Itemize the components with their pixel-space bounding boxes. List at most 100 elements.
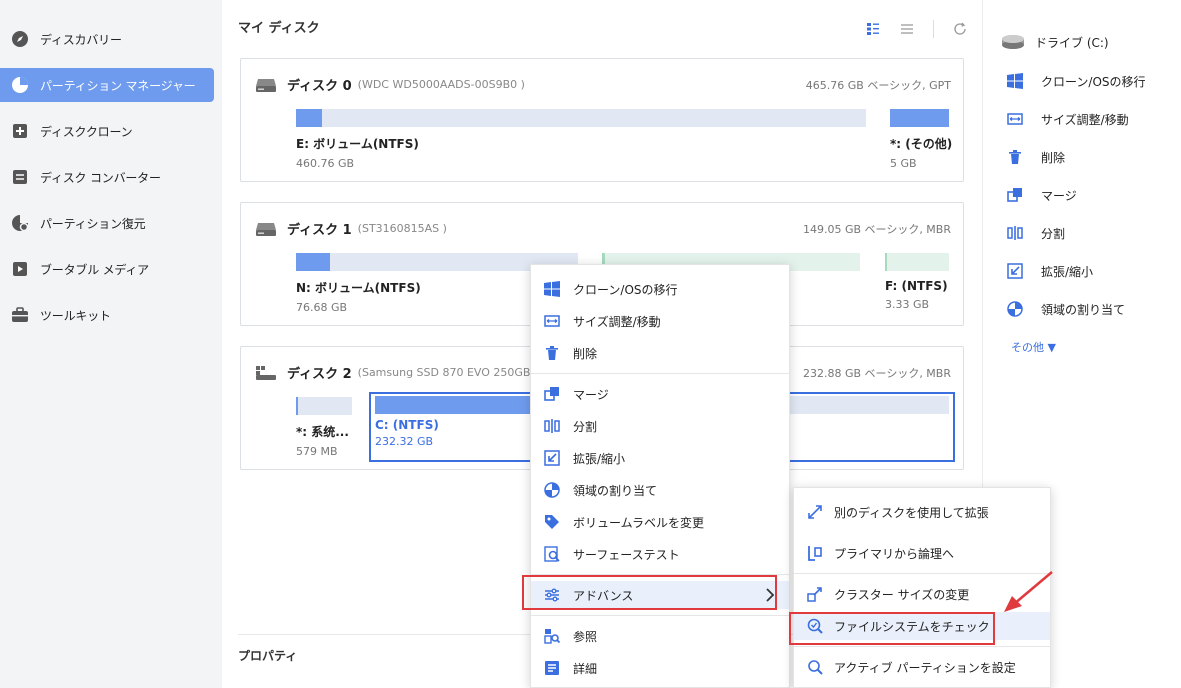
menu-item-label: 別のディスクを使用して拡張 <box>834 505 989 520</box>
more-actions-link[interactable]: その他 ▼ <box>1011 339 1056 355</box>
menu-item-label: 参照 <box>573 629 598 644</box>
partition-system[interactable]: *: 系统... 579 MB <box>296 397 352 458</box>
sliders-icon <box>543 586 561 604</box>
usage-fill <box>296 109 322 127</box>
ctx-item-advanced[interactable]: アドバンス <box>531 581 789 609</box>
partition-size: 579 MB <box>296 445 338 458</box>
sidebar-item-bootable-media[interactable]: ブータブル メディア <box>0 252 214 286</box>
ctx-item-delete[interactable]: 削除 <box>531 339 789 367</box>
disk-converter-icon <box>10 167 30 187</box>
refresh-icon[interactable] <box>952 21 968 37</box>
disk-info: 465.76 GB ベーシック, GPT <box>805 79 951 92</box>
menu-divider <box>531 615 789 616</box>
action-label: 領域の割り当て <box>1041 302 1126 317</box>
drive-icon <box>1001 33 1025 51</box>
menu-item-label: 詳細 <box>573 661 598 676</box>
right-action-allocate-space[interactable]: 領域の割り当て <box>1007 300 1125 318</box>
partition-name: F: (NTFS) <box>885 279 948 293</box>
merge-icon <box>1007 186 1031 204</box>
right-action-clone-os[interactable]: クローン/OSの移行 <box>1007 72 1146 90</box>
split-icon <box>1007 224 1031 242</box>
ctx-item-resize-move[interactable]: サイズ調整/移動 <box>531 307 789 335</box>
ctx-item-split[interactable]: 分割 <box>531 412 789 440</box>
hard-drive-icon <box>256 222 276 236</box>
set-active-icon <box>806 658 824 676</box>
disk-header: ディスク 2 (Samsung SSD 870 EVO 250GB ) <box>255 363 538 382</box>
sub-item-check-filesystem[interactable]: ファイルシステムをチェック <box>794 612 1050 640</box>
sidebar-item-label: ツールキット <box>40 308 111 323</box>
list-view-icon[interactable] <box>899 21 915 37</box>
menu-item-label: プライマリから論理へ <box>834 546 955 561</box>
partition-f[interactable]: F: (NTFS) 3.33 GB <box>885 253 949 311</box>
action-label: マージ <box>1041 188 1077 203</box>
action-label: サイズ調整/移動 <box>1041 112 1129 127</box>
menu-item-label: マージ <box>573 387 609 402</box>
grid-view-icon[interactable] <box>865 21 881 37</box>
view-toolbar <box>865 20 968 38</box>
toolbar-divider <box>933 20 934 38</box>
action-label: クローン/OSの移行 <box>1041 74 1146 89</box>
ctx-item-clone-os[interactable]: クローン/OSの移行 <box>531 275 789 303</box>
right-action-resize-move[interactable]: サイズ調整/移動 <box>1007 110 1129 128</box>
drive-label-text: ドライブ (C:) <box>1035 35 1109 50</box>
sidebar-item-label: パーティション マネージャー <box>40 78 196 93</box>
sidebar-item-disk-clone[interactable]: ディスククローン <box>0 114 214 148</box>
explore-icon <box>543 627 561 645</box>
action-label: 削除 <box>1041 150 1066 165</box>
right-action-extend-shrink[interactable]: 拡張/縮小 <box>1007 262 1093 280</box>
hard-drive-icon <box>256 78 276 92</box>
allocate-space-icon <box>1007 300 1031 318</box>
disk-name: ディスク 2 <box>287 367 352 382</box>
disk-clone-icon <box>10 121 30 141</box>
sub-item-set-active[interactable]: アクティブ パーティションを設定 <box>794 653 1050 681</box>
sidebar-item-toolkit[interactable]: ツールキット <box>0 298 214 332</box>
windows-icon <box>1007 72 1031 90</box>
sidebar-item-label: ブータブル メディア <box>40 262 149 277</box>
partition-usage-bar <box>885 253 949 271</box>
menu-divider <box>531 574 789 575</box>
partition-recovery-icon <box>10 213 30 233</box>
sidebar-item-partition-manager[interactable]: パーティション マネージャー <box>0 68 214 102</box>
disk-model: (WDC WD5000AADS-00S9B0 ) <box>357 78 525 91</box>
ctx-item-merge[interactable]: マージ <box>531 380 789 408</box>
page-title: マイ ディスク <box>238 21 320 36</box>
action-label: 分割 <box>1041 226 1066 241</box>
extend-shrink-icon <box>543 449 561 467</box>
properties-label[interactable]: プロパティ <box>238 647 297 664</box>
resize-icon <box>543 312 561 330</box>
disk-info: 232.88 GB ベーシック, MBR <box>802 367 951 380</box>
ctx-item-explore[interactable]: 参照 <box>531 622 789 650</box>
sidebar-item-partition-recovery[interactable]: パーティション復元 <box>0 206 214 240</box>
disk-card-0[interactable]: ディスク 0 (WDC WD5000AADS-00S9B0 ) 465.76 G… <box>240 58 964 182</box>
sub-item-extend-with-disk[interactable]: 別のディスクを使用して拡張 <box>794 498 1050 526</box>
sidebar-item-disk-converter[interactable]: ディスク コンバーター <box>0 160 214 194</box>
ctx-item-extend-shrink[interactable]: 拡張/縮小 <box>531 444 789 472</box>
ctx-item-allocate-space[interactable]: 領域の割り当て <box>531 476 789 504</box>
right-action-split[interactable]: 分割 <box>1007 224 1065 242</box>
action-label: 拡張/縮小 <box>1041 264 1094 279</box>
allocate-space-icon <box>543 481 561 499</box>
ctx-item-change-label[interactable]: ボリュームラベルを変更 <box>531 508 789 536</box>
toolkit-icon <box>10 305 30 325</box>
partition-name: *: (その他) <box>890 137 953 151</box>
menu-item-label: クラスター サイズの変更 <box>834 587 970 602</box>
menu-item-label: サーフェーステスト <box>573 547 680 562</box>
menu-item-label: アドバンス <box>573 588 634 603</box>
sidebar-item-discovery[interactable]: ディスカバリー <box>0 22 214 56</box>
partition-other[interactable]: *: (その他) 5 GB <box>890 109 953 170</box>
sub-item-primary-to-logical[interactable]: プライマリから論理へ <box>794 539 1050 567</box>
disk-name: ディスク 0 <box>287 79 352 94</box>
usage-fill <box>296 253 330 271</box>
trash-icon <box>543 344 561 362</box>
usage-fill <box>885 253 887 271</box>
ssd-icon <box>256 365 276 380</box>
disk-header: ディスク 0 (WDC WD5000AADS-00S9B0 ) <box>255 75 525 94</box>
right-action-delete[interactable]: 削除 <box>1007 148 1065 166</box>
right-action-merge[interactable]: マージ <box>1007 186 1077 204</box>
split-icon <box>543 417 561 435</box>
menu-item-label: アクティブ パーティションを設定 <box>834 660 1016 675</box>
surface-test-icon <box>543 545 561 563</box>
ctx-item-surface-test[interactable]: サーフェーステスト <box>531 540 789 568</box>
partition-e[interactable]: E: ボリューム(NTFS) 460.76 GB <box>296 109 866 170</box>
ctx-item-details[interactable]: 詳細 <box>531 654 789 682</box>
